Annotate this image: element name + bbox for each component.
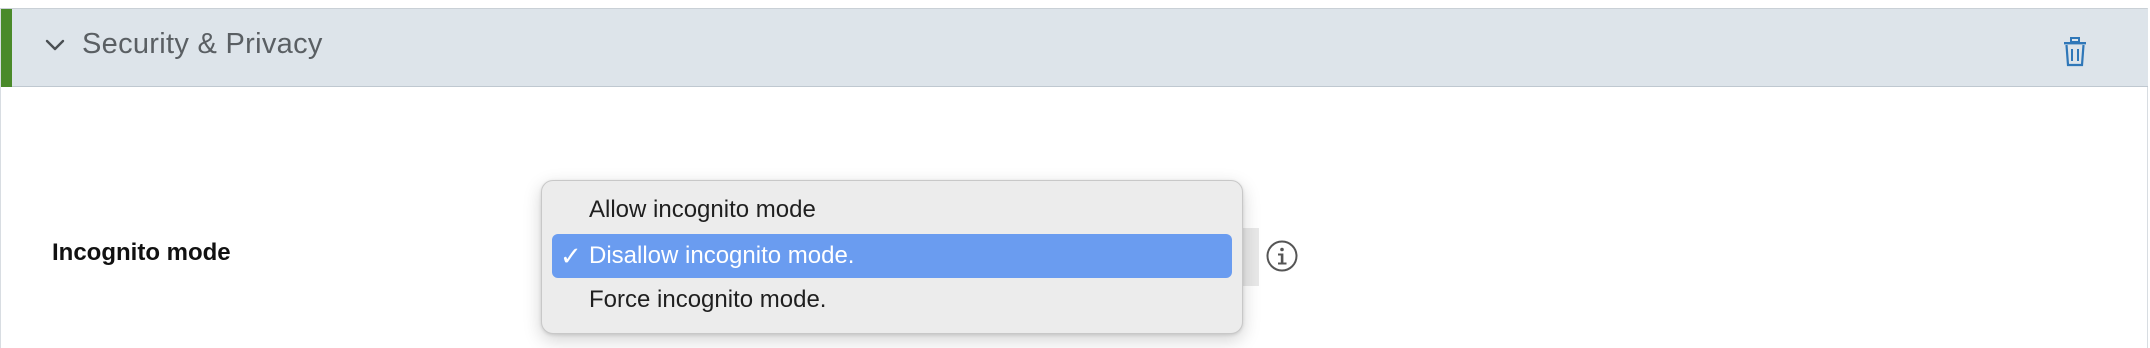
menu-item-disallow-incognito[interactable]: ✓ Disallow incognito mode. bbox=[552, 234, 1232, 278]
menu-item-allow-incognito[interactable]: Allow incognito mode bbox=[552, 188, 1232, 232]
menu-item-label: Disallow incognito mode. bbox=[589, 242, 855, 269]
trash-icon[interactable] bbox=[2061, 36, 2089, 68]
info-icon[interactable] bbox=[1265, 239, 1299, 273]
chevron-down-icon[interactable] bbox=[43, 33, 67, 57]
menu-item-label: Force incognito mode. bbox=[589, 286, 827, 313]
incognito-mode-dropdown-menu: Allow incognito mode ✓ Disallow incognit… bbox=[541, 180, 1243, 334]
menu-item-force-incognito[interactable]: Force incognito mode. bbox=[552, 278, 1232, 322]
section-header[interactable]: Security & Privacy bbox=[1, 9, 2148, 87]
menu-item-label: Allow incognito mode bbox=[589, 196, 816, 223]
incognito-mode-label: Incognito mode bbox=[52, 239, 231, 266]
checkmark-icon: ✓ bbox=[560, 241, 582, 271]
section-accent-bar bbox=[1, 9, 12, 87]
section-title: Security & Privacy bbox=[82, 28, 323, 60]
incognito-mode-select[interactable] bbox=[1241, 228, 1259, 286]
security-privacy-section: Security & Privacy Incognito mode Allow … bbox=[0, 8, 2148, 348]
